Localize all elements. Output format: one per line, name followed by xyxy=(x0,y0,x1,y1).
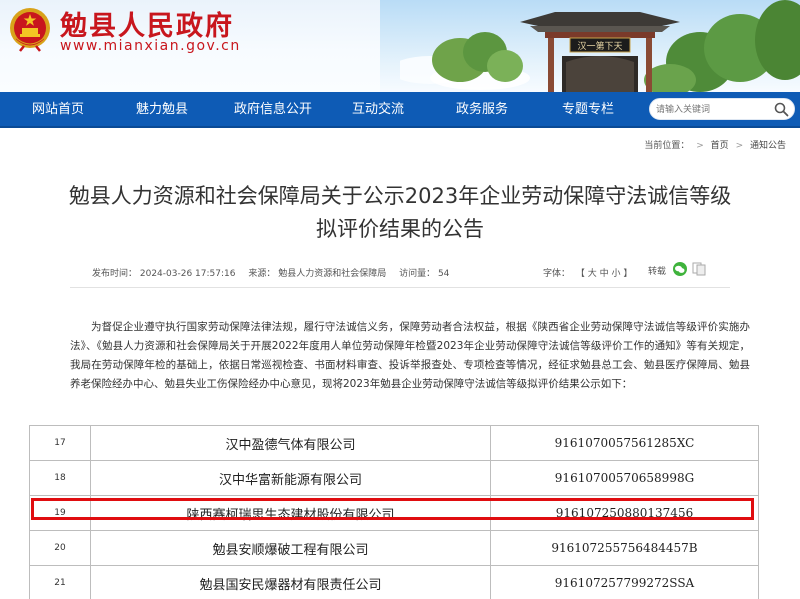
share-label: 转载 xyxy=(648,267,667,277)
company-name: 勉县国安民爆器材有限责任公司 xyxy=(90,565,491,599)
view-count: 访问量： 54 xyxy=(399,269,450,279)
breadcrumb-label: 当前位置： xyxy=(644,141,690,151)
site-header: 勉县人民政府 www.mianxian.gov.cn 汉一第下天 xyxy=(0,0,800,92)
site-url: www.mianxian.gov.cn xyxy=(60,38,241,54)
nav-gov-services[interactable]: 政务服务 xyxy=(456,92,508,128)
search-box xyxy=(649,98,795,120)
breadcrumb-separator: > xyxy=(735,141,744,151)
font-size-options[interactable]: 【 大 中 小 】 xyxy=(576,269,632,279)
font-size-control: 字体： 【 大 中 小 】 xyxy=(543,266,635,279)
credit-code: 916107257799272SSA xyxy=(490,565,759,599)
breadcrumb: 当前位置： > 首页 > 通知公告 xyxy=(644,138,786,151)
article-body: 为督促企业遵守执行国家劳动保障法律法规，履行守法诚信义务，保障劳动者合法权益，根… xyxy=(70,321,750,390)
row-highlight-box xyxy=(31,498,754,520)
table-row: 17 汉中盈德气体有限公司 9161070057561285XC xyxy=(29,425,759,461)
row-number: 21 xyxy=(29,565,91,599)
article-meta: 发布时间： 2024-03-26 17:57:16 来源： 勉县人力资源和社会保… xyxy=(92,266,459,279)
publish-time: 发布时间： 2024-03-26 17:57:16 xyxy=(92,269,236,279)
header-scenery-image: 汉一第下天 xyxy=(400,0,800,92)
breadcrumb-notices[interactable]: 通知公告 xyxy=(750,141,786,151)
table-row: 20 勉县安顺爆破工程有限公司 916107255756484457B xyxy=(29,530,759,566)
credit-code: 91610700570658998G xyxy=(490,460,759,496)
article-title: 勉县人力资源和社会保障局关于公示2023年企业劳动保障守法诚信等级拟评价结果的公… xyxy=(68,184,732,241)
gate-plaque-text: 汉一第下天 xyxy=(577,40,622,52)
breadcrumb-home[interactable]: 首页 xyxy=(711,141,729,151)
row-number: 20 xyxy=(29,530,91,566)
breadcrumb-separator: > xyxy=(696,141,704,151)
font-size-label: 字体： xyxy=(543,269,571,279)
company-name: 汉中华富新能源有限公司 xyxy=(90,460,491,496)
nav-gov-info[interactable]: 政府信息公开 xyxy=(234,92,312,128)
meta-divider xyxy=(70,287,730,288)
search-input[interactable] xyxy=(656,101,766,118)
table-row: 21 勉县国安民爆器材有限责任公司 916107257799272SSA xyxy=(29,565,759,599)
nav-home[interactable]: 网站首页 xyxy=(32,92,84,128)
wechat-icon[interactable] xyxy=(672,262,688,276)
search-icon[interactable] xyxy=(773,101,790,118)
table-row: 18 汉中华富新能源有限公司 91610700570658998G xyxy=(29,460,759,496)
credit-code: 916107255756484457B xyxy=(490,530,759,566)
row-number: 18 xyxy=(29,460,91,496)
credit-code: 9161070057561285XC xyxy=(490,425,759,461)
nav-charm-mianxian[interactable]: 魅力勉县 xyxy=(136,92,188,128)
nav-special-topics[interactable]: 专题专栏 xyxy=(562,92,614,128)
national-emblem-icon xyxy=(10,8,50,52)
row-number: 17 xyxy=(29,425,91,461)
copy-link-icon[interactable] xyxy=(691,262,707,276)
article-source: 来源： 勉县人力资源和社会保障局 xyxy=(248,269,387,279)
company-name: 汉中盈德气体有限公司 xyxy=(90,425,491,461)
company-name: 勉县安顺爆破工程有限公司 xyxy=(90,530,491,566)
nav-interaction[interactable]: 互动交流 xyxy=(352,92,404,128)
